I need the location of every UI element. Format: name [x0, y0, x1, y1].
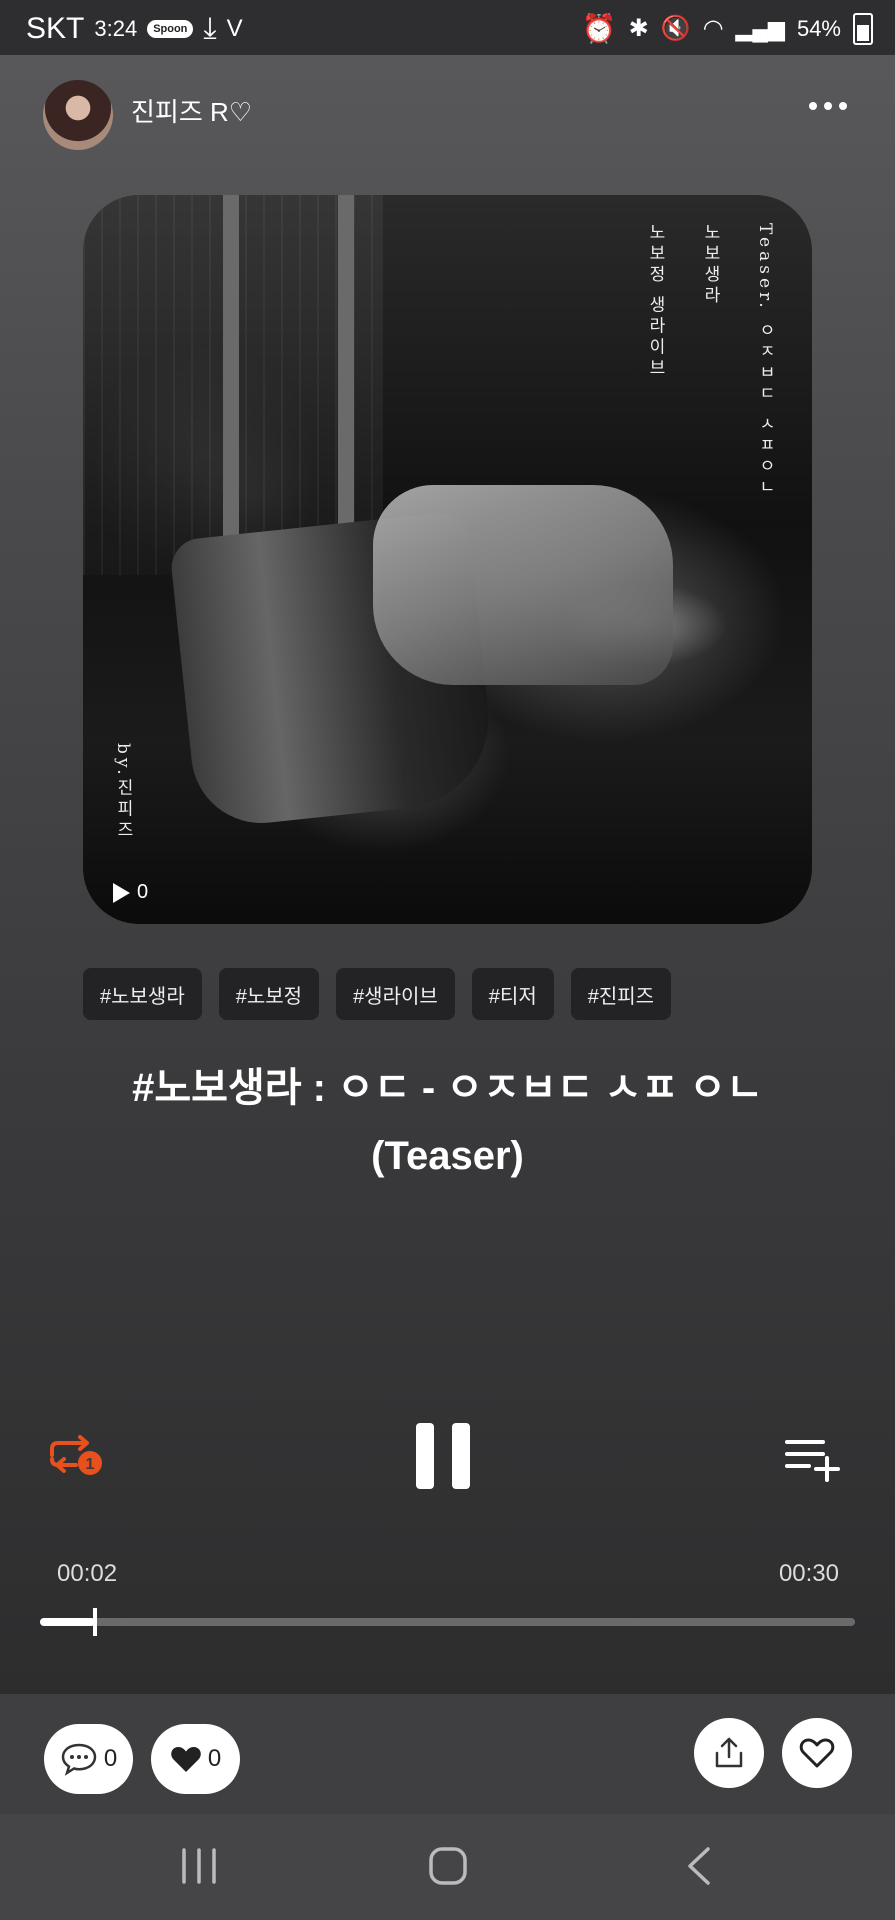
volte-icon: V: [226, 15, 243, 42]
like-count-button[interactable]: 0: [151, 1724, 240, 1794]
spoon-app-icon: Spoon: [147, 20, 194, 38]
play-count: 0: [111, 881, 148, 904]
clock: 3:24: [94, 16, 138, 41]
play-icon: [113, 882, 130, 903]
play-count-value: 0: [137, 881, 149, 903]
album-vertical-text-3: 노보정 생라이브: [645, 223, 665, 380]
wifi-icon: ◠: [702, 15, 724, 42]
comment-count: 0: [103, 1745, 118, 1772]
more-options-icon[interactable]: [809, 102, 847, 110]
total-time: 00:30: [778, 1560, 839, 1587]
mute-icon: 🔇: [660, 15, 691, 42]
signal-icon: ▂▄▆: [735, 15, 785, 41]
progress-fill: [40, 1618, 95, 1626]
heart-filled-icon: [171, 1747, 201, 1772]
album-vertical-text-1: Teaser. ㅇㅈㅂㄷ ㅅㅍㅇㄴ: [755, 223, 775, 499]
back-icon[interactable]: [684, 1846, 714, 1886]
home-icon[interactable]: [428, 1846, 468, 1886]
battery-percent: 54%: [796, 15, 841, 41]
tag-chip[interactable]: #생라이브: [336, 968, 455, 1020]
track-title: #노보생라 : ㅇㄷ - ㅇㅈㅂㄷ ㅅㅍ ㅇㄴ (Teaser): [60, 1054, 835, 1190]
album-byline: by.진피즈: [113, 743, 133, 842]
avatar[interactable]: [43, 80, 113, 150]
progress-thumb[interactable]: [92, 1608, 97, 1636]
track-title-line2: (Teaser): [371, 1134, 524, 1178]
progress-bar[interactable]: [40, 1608, 855, 1636]
action-bar: 0 0: [0, 1694, 895, 1814]
current-time: 00:02: [57, 1560, 118, 1587]
heart-outline-icon: [799, 1738, 835, 1768]
comment-button[interactable]: 0: [44, 1724, 133, 1794]
recent-apps-icon[interactable]: [180, 1846, 218, 1886]
tag-chip[interactable]: #노보정: [218, 968, 320, 1020]
album-vertical-text-2: 노보생라: [700, 223, 720, 307]
like-count: 0: [207, 1745, 222, 1772]
carrier-label: SKT: [26, 12, 85, 45]
like-button[interactable]: [782, 1718, 852, 1788]
tag-chip[interactable]: #티저: [471, 968, 554, 1020]
share-button[interactable]: [694, 1718, 764, 1788]
system-nav-bar: [0, 1814, 895, 1920]
hand-illustration: [373, 485, 673, 685]
username[interactable]: 진피즈 R♡: [131, 92, 252, 129]
add-to-playlist-icon[interactable]: [785, 1438, 845, 1487]
pause-button[interactable]: [416, 1423, 470, 1489]
svg-text:1: 1: [86, 1456, 95, 1473]
tag-list: #노보생라 #노보정 #생라이브 #티저 #진피즈: [83, 968, 672, 1020]
comment-icon: [61, 1743, 97, 1776]
status-bar: SKT 3:24 Spoon ⤓ V ⏰ ✱ 🔇 ◠ ▂▄▆ 54%: [0, 0, 895, 55]
battery-icon: [853, 12, 873, 45]
repeat-one-icon[interactable]: 1: [46, 1435, 104, 1484]
album-art: Teaser. ㅇㅈㅂㄷ ㅅㅍㅇㄴ 노보생라 노보정 생라이브 by.진피즈 0: [83, 195, 812, 924]
bluetooth-icon: ✱: [628, 15, 649, 42]
track-title-line1: #노보생라 : ㅇㄷ - ㅇㅈㅂㄷ ㅅㅍ ㅇㄴ: [132, 1066, 763, 1110]
alarm-icon: ⏰: [581, 13, 617, 44]
tag-chip[interactable]: #진피즈: [570, 968, 672, 1020]
share-icon: [715, 1737, 743, 1768]
download-icon: ⤓: [203, 12, 217, 45]
tag-chip[interactable]: #노보생라: [83, 968, 202, 1020]
